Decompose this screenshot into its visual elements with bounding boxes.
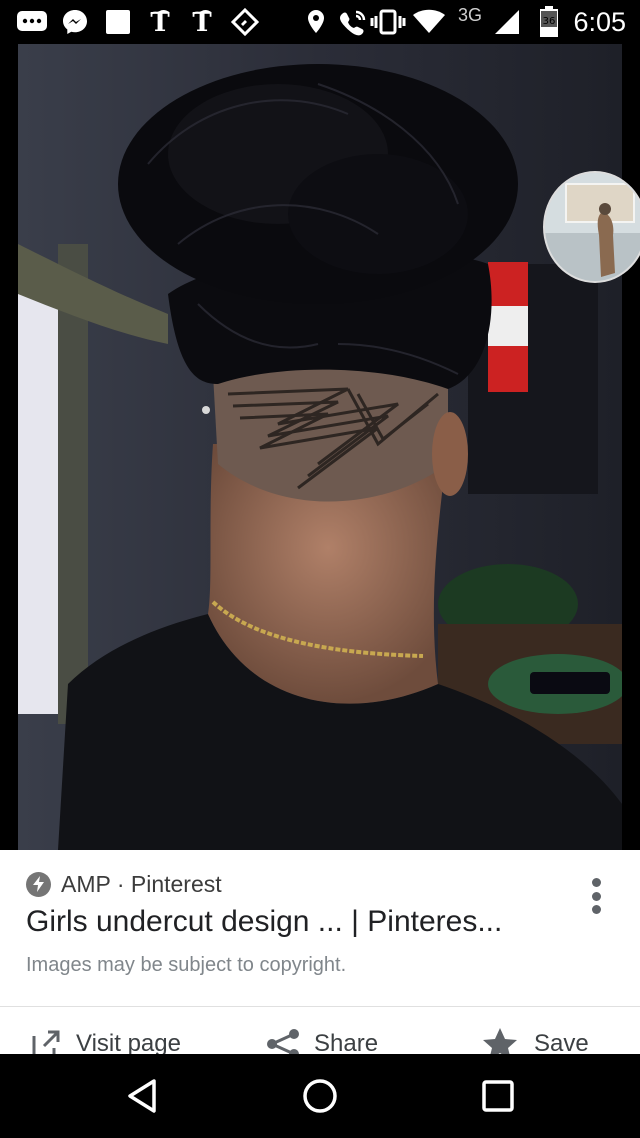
network-type-label: 3G	[458, 5, 483, 25]
back-button[interactable]	[120, 1074, 164, 1118]
home-circle-icon	[303, 1079, 337, 1113]
copyright-notice: Images may be subject to copyright.	[26, 954, 347, 976]
vibrate-icon	[370, 7, 406, 37]
tag-icon	[230, 7, 260, 37]
navigation-bar	[0, 1054, 640, 1138]
share-label: Share	[314, 1030, 379, 1054]
result-source[interactable]: AMP · Pinterest	[26, 870, 222, 898]
share-icon	[267, 1029, 299, 1054]
floating-video-thumbnail[interactable]	[543, 171, 640, 283]
home-button[interactable]	[298, 1074, 342, 1118]
wifi-call-icon	[336, 7, 368, 37]
action-row: Visit page Share Save	[0, 1022, 640, 1054]
source-label: AMP · Pinterest	[61, 870, 222, 897]
more-dot-icon	[591, 905, 601, 914]
result-info-card: AMP · Pinterest Girls undercut design ..…	[0, 850, 640, 1054]
back-triangle-icon	[128, 1079, 156, 1113]
visit-page-button[interactable]: Visit page	[30, 1022, 181, 1054]
nyt-icon: T	[188, 7, 216, 37]
visit-page-label: Visit page	[76, 1030, 181, 1054]
share-button[interactable]: Share	[266, 1022, 378, 1054]
status-time: 6:05	[573, 7, 626, 37]
save-label: Save	[534, 1030, 589, 1054]
image-viewer[interactable]	[0, 44, 640, 850]
recents-square-icon	[482, 1080, 514, 1112]
square-notification-icon	[104, 7, 132, 37]
pip-illustration	[545, 173, 640, 281]
save-button[interactable]: Save	[480, 1022, 589, 1054]
star-icon	[483, 1028, 517, 1054]
status-bar: T T 3G 36 6:05	[0, 0, 640, 44]
recents-button[interactable]	[476, 1074, 520, 1118]
location-icon	[304, 7, 328, 37]
open-external-icon	[32, 1030, 60, 1054]
cell-signal-icon	[492, 7, 522, 37]
wifi-icon	[412, 7, 446, 37]
more-dot-icon	[591, 878, 601, 887]
amp-lightning-icon	[26, 871, 51, 897]
photo-illustration	[18, 44, 622, 850]
card-divider	[0, 1006, 640, 1007]
nyt-icon: T	[146, 7, 174, 37]
result-photo[interactable]	[18, 44, 622, 850]
more-dot-icon	[591, 891, 601, 901]
battery-level-label: 36	[543, 16, 556, 27]
battery-icon: 36	[538, 6, 560, 37]
result-title[interactable]: Girls undercut design ... | Pinteres...	[26, 905, 566, 939]
more-options-button[interactable]	[578, 874, 614, 918]
messages-icon	[16, 7, 48, 37]
messenger-icon	[60, 7, 90, 37]
